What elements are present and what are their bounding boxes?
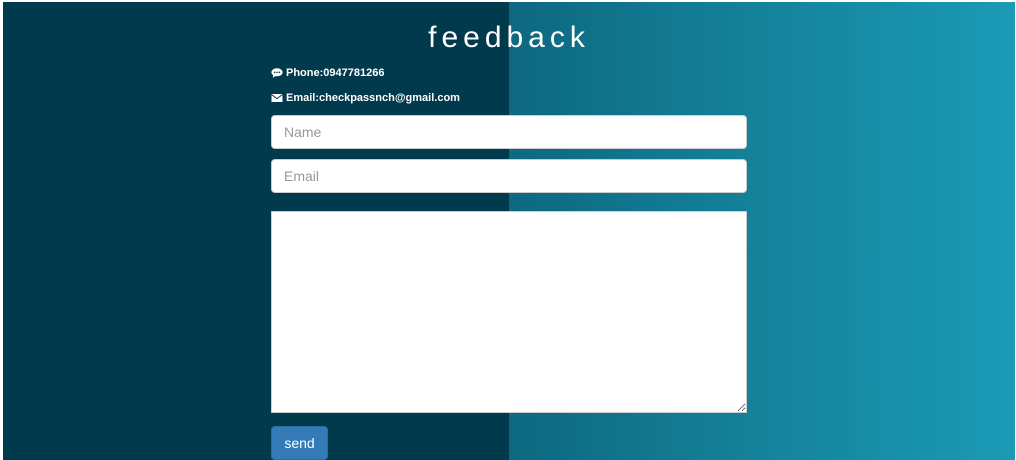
contact-phone: Phone:0947781266	[271, 66, 384, 80]
contact-phone-text: Phone:0947781266	[286, 67, 385, 79]
envelope-icon	[271, 93, 283, 103]
feedback-page: feedback Phone:0947781266 Email:checkpas…	[3, 2, 1015, 460]
contact-email: Email:checkpassnch@gmail.com	[271, 91, 460, 105]
name-input[interactable]	[271, 115, 747, 149]
contact-email-text: Email:checkpassnch@gmail.com	[286, 92, 460, 104]
email-input[interactable]	[271, 159, 747, 193]
page-title: feedback	[428, 21, 590, 54]
comment-icon	[271, 68, 283, 78]
message-textarea[interactable]	[271, 211, 747, 413]
send-button[interactable]: send	[271, 426, 328, 460]
